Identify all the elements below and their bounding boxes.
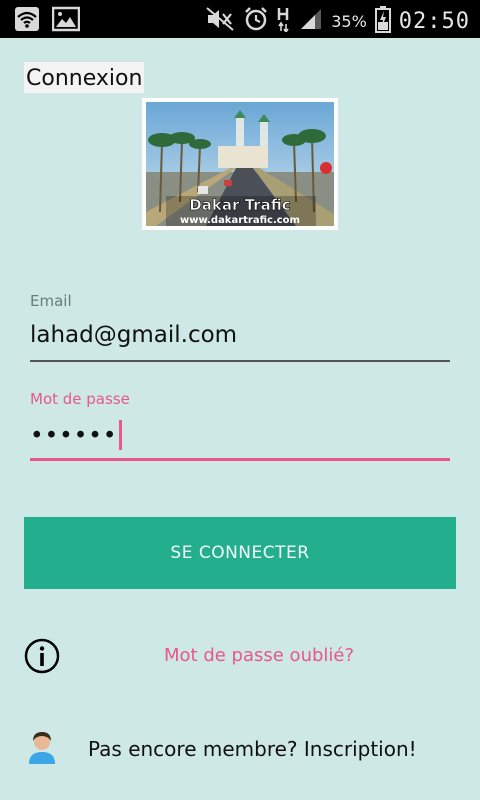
connect-button[interactable]: SE CONNECTER xyxy=(24,517,456,589)
mute-icon xyxy=(205,6,235,36)
forgot-password-link[interactable]: Mot de passe oublié? xyxy=(164,645,354,666)
password-dots: •••••• xyxy=(30,423,118,449)
app-logo: Dakar Trafic www.dakartrafic.com xyxy=(142,98,338,230)
battery-percent: 35% xyxy=(331,11,367,31)
email-input[interactable]: lahad@gmail.com xyxy=(30,322,450,352)
info-icon[interactable] xyxy=(24,638,60,678)
text-cursor xyxy=(119,420,123,450)
page-title: Connexion xyxy=(24,62,145,93)
logo-url: www.dakartrafic.com xyxy=(180,215,300,226)
email-field[interactable]: Email lahad@gmail.com xyxy=(30,292,450,362)
signal-icon xyxy=(299,7,323,35)
status-bar: 35% 02:50 xyxy=(0,0,480,38)
email-underline xyxy=(30,360,450,362)
password-underline xyxy=(30,458,450,461)
status-time: 02:50 xyxy=(398,8,470,34)
password-input[interactable]: •••••• xyxy=(30,420,450,450)
wifi-icon xyxy=(14,6,40,36)
hspa-icon xyxy=(277,6,291,36)
alarm-icon xyxy=(243,6,269,36)
password-label: Mot de passe xyxy=(30,390,130,408)
email-label: Email xyxy=(30,292,72,310)
user-icon xyxy=(27,730,57,768)
logo-title: Dakar Trafic xyxy=(189,196,290,214)
gallery-icon xyxy=(51,6,81,36)
battery-icon xyxy=(374,5,391,37)
signup-link[interactable]: Pas encore membre? Inscription! xyxy=(88,737,417,761)
status-left-icons xyxy=(14,6,81,36)
password-field[interactable]: Mot de passe •••••• xyxy=(30,390,450,461)
status-right-icons: 35% 02:50 xyxy=(205,5,470,37)
